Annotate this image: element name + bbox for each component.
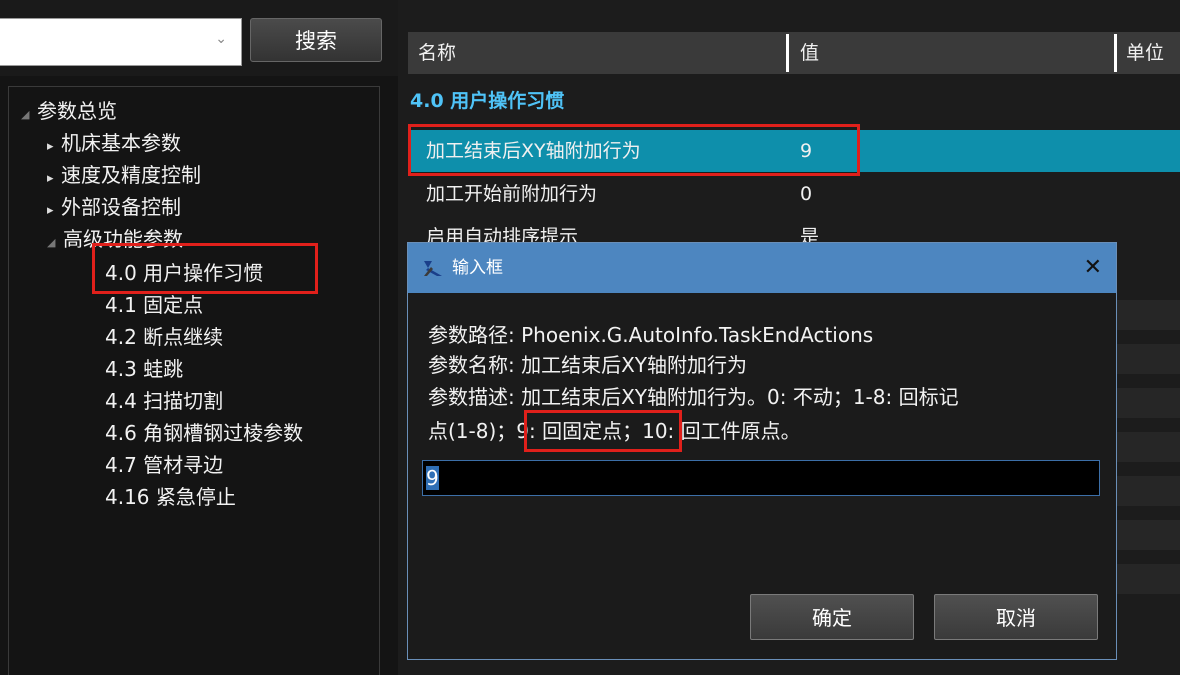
dialog-title: 输入框 xyxy=(452,258,503,278)
search-bar: ⌄ 搜索 xyxy=(0,0,398,76)
close-icon[interactable]: ✕ xyxy=(1084,243,1102,293)
input-dialog: 输入框 ✕ 参数路径: Phoenix.G.AutoInfo.TaskEndAc… xyxy=(407,242,1117,660)
param-desc-line1: 参数描述: 加工结束后XY轴附加行为。0: 不动；1-8: 回标记 xyxy=(428,385,959,409)
value-input[interactable]: 9 xyxy=(422,460,1100,496)
input-value: 9 xyxy=(426,466,439,490)
group-title: 4.0 用户操作习惯 xyxy=(410,90,565,112)
collapse-triangle-icon[interactable]: ◢ xyxy=(47,236,63,249)
column-divider[interactable] xyxy=(1114,34,1117,72)
parameter-tree: ◢ 参数总览 ▸ 机床基本参数 ▸ 速度及精度控制 ▸ 外部设备控制 ◢ 高级功能参数 4… xyxy=(8,86,380,675)
column-header-name[interactable]: 名称 xyxy=(418,32,456,74)
expand-arrow-icon[interactable]: ▸ xyxy=(47,171,61,186)
desc-part: 点(1-8)； xyxy=(428,419,517,443)
tree-root-label: 参数总览 xyxy=(37,99,117,123)
tree-item-label: 外部设备控制 xyxy=(61,195,181,219)
tree-item-label: 速度及精度控制 xyxy=(61,163,201,187)
tree-child-scan-cut[interactable]: 4.4 扫描切割 xyxy=(105,385,223,414)
ok-button[interactable]: 确定 xyxy=(750,594,914,640)
tree-item-external-devices[interactable]: ▸ 外部设备控制 xyxy=(47,191,181,220)
param-path: 参数路径: Phoenix.G.AutoInfo.TaskEndActions xyxy=(428,323,874,347)
tree-root[interactable]: ◢ 参数总览 xyxy=(21,95,117,124)
app-logo-icon xyxy=(424,261,442,276)
grid-header: 名称 值 单位 xyxy=(408,32,1180,74)
expand-arrow-icon[interactable]: ▸ xyxy=(47,203,61,218)
column-header-value[interactable]: 值 xyxy=(800,32,819,74)
tree-item-machine-basic[interactable]: ▸ 机床基本参数 xyxy=(47,127,181,156)
column-divider[interactable] xyxy=(786,34,789,72)
row-name: 加工开始前附加行为 xyxy=(426,183,598,205)
tree-item-speed-precision[interactable]: ▸ 速度及精度控制 xyxy=(47,159,201,188)
param-name: 参数名称: 加工结束后XY轴附加行为 xyxy=(428,353,748,377)
expand-arrow-icon[interactable]: ▸ xyxy=(47,139,61,154)
left-panel: ⌄ 搜索 ◢ 参数总览 ▸ 机床基本参数 ▸ 速度及精度控制 ▸ 外部设备控制 ◢ 高级功… xyxy=(0,0,398,675)
column-header-unit[interactable]: 单位 xyxy=(1126,32,1164,74)
tree-child-breakpoint[interactable]: 4.2 断点继续 xyxy=(105,321,223,350)
tree-child-tube-edge[interactable]: 4.7 管材寻边 xyxy=(105,449,223,478)
row-value: 0 xyxy=(800,183,813,205)
cancel-button[interactable]: 取消 xyxy=(934,594,1098,640)
tree-item-label: 机床基本参数 xyxy=(61,131,181,155)
highlight-box-tree xyxy=(92,243,318,294)
tree-child-angle-steel[interactable]: 4.6 角钢槽钢过棱参数 xyxy=(105,417,303,446)
tree-child-frog-jump[interactable]: 4.3 蛙跳 xyxy=(105,353,183,382)
dialog-titlebar[interactable]: 输入框 ✕ xyxy=(408,243,1116,293)
highlight-box-row xyxy=(408,124,860,176)
search-button[interactable]: 搜索 xyxy=(250,18,382,62)
search-dropdown[interactable]: ⌄ xyxy=(0,18,242,66)
highlight-box-desc xyxy=(524,410,682,452)
tree-child-emergency-stop[interactable]: 4.16 紧急停止 xyxy=(105,481,236,510)
collapse-triangle-icon[interactable]: ◢ xyxy=(21,108,37,121)
chevron-down-icon[interactable]: ⌄ xyxy=(215,31,227,47)
table-row[interactable]: 加工开始前附加行为 0 xyxy=(408,173,1180,215)
